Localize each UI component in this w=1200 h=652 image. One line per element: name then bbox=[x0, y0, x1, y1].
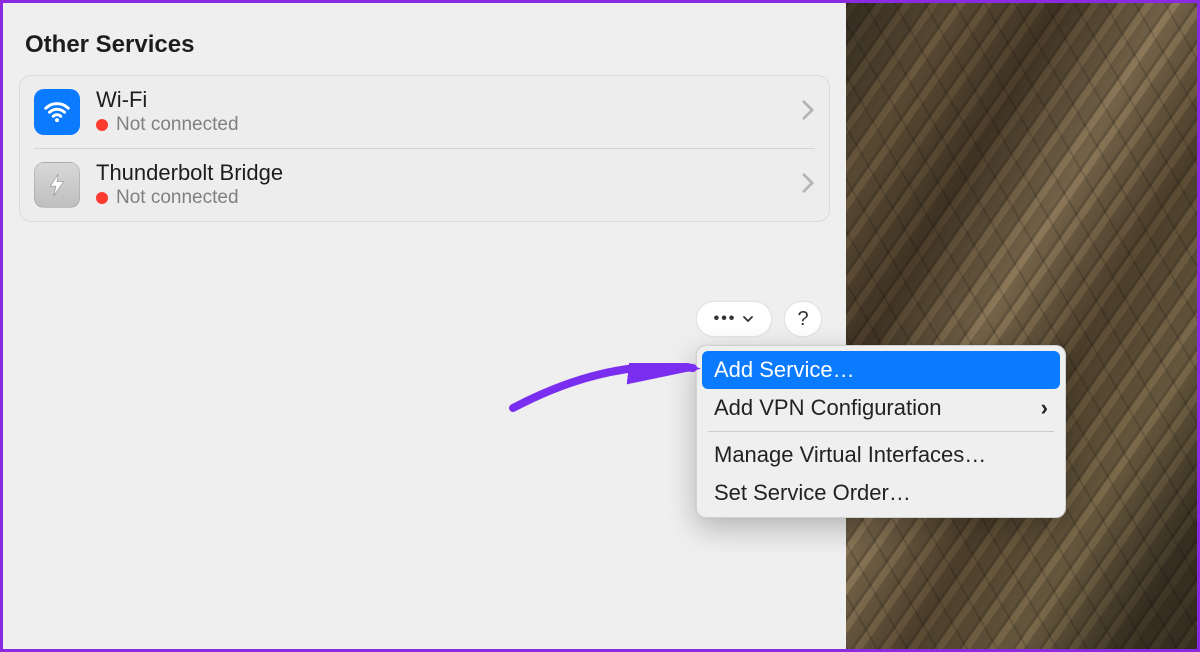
service-status-row: Not connected bbox=[96, 114, 785, 136]
menu-item-label: Set Service Order… bbox=[714, 480, 911, 506]
service-name: Thunderbolt Bridge bbox=[96, 161, 785, 185]
service-status: Not connected bbox=[116, 114, 239, 136]
help-icon: ? bbox=[797, 308, 808, 331]
annotation-arrow-icon bbox=[508, 363, 708, 423]
thunderbolt-icon bbox=[34, 162, 80, 208]
row-texts: Wi-Fi Not connected bbox=[96, 88, 785, 136]
ellipsis-icon: ••• bbox=[714, 310, 737, 328]
actions-menu: Add Service… Add VPN Configuration › Man… bbox=[696, 345, 1066, 518]
service-row-thunderbolt[interactable]: Thunderbolt Bridge Not connected bbox=[34, 148, 815, 221]
window-frame: Other Services Wi-Fi Not connecte bbox=[0, 0, 1200, 652]
wifi-icon bbox=[34, 89, 80, 135]
menu-item-manage-virtual[interactable]: Manage Virtual Interfaces… bbox=[702, 436, 1060, 474]
menu-item-add-service[interactable]: Add Service… bbox=[702, 351, 1060, 389]
desktop-wallpaper bbox=[846, 3, 1197, 649]
service-status: Not connected bbox=[116, 187, 239, 209]
menu-item-label: Manage Virtual Interfaces… bbox=[714, 442, 986, 468]
row-texts: Thunderbolt Bridge Not connected bbox=[96, 161, 785, 209]
chevron-right-icon bbox=[801, 172, 815, 199]
service-name: Wi-Fi bbox=[96, 88, 785, 112]
menu-item-label: Add Service… bbox=[714, 357, 855, 383]
more-actions-button[interactable]: ••• bbox=[696, 301, 772, 337]
section-title: Other Services bbox=[25, 31, 830, 59]
help-button[interactable]: ? bbox=[784, 301, 822, 337]
services-card: Wi-Fi Not connected Thunderbolt Bridge bbox=[19, 75, 830, 222]
menu-item-set-order[interactable]: Set Service Order… bbox=[702, 474, 1060, 512]
chevron-down-icon bbox=[742, 313, 754, 325]
service-row-wifi[interactable]: Wi-Fi Not connected bbox=[20, 76, 829, 148]
menu-separator bbox=[708, 431, 1054, 432]
action-button-row: ••• ? bbox=[696, 301, 822, 337]
status-dot-icon bbox=[96, 192, 108, 204]
menu-item-label: Add VPN Configuration bbox=[714, 395, 941, 421]
chevron-right-icon bbox=[801, 99, 815, 126]
menu-item-add-vpn[interactable]: Add VPN Configuration › bbox=[702, 389, 1060, 427]
service-status-row: Not connected bbox=[96, 187, 785, 209]
status-dot-icon bbox=[96, 119, 108, 131]
chevron-right-icon: › bbox=[1041, 395, 1048, 421]
settings-pane: Other Services Wi-Fi Not connecte bbox=[3, 3, 846, 649]
